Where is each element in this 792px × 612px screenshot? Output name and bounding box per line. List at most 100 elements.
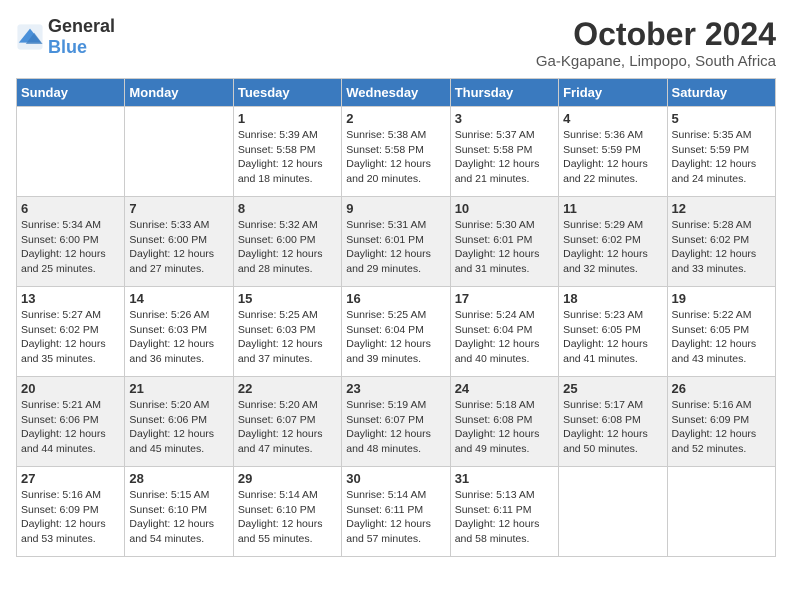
calendar-cell <box>667 467 775 557</box>
location-title: Ga-Kgapane, Limpopo, South Africa <box>536 53 776 70</box>
day-content: Sunrise: 5:25 AM Sunset: 6:03 PM Dayligh… <box>238 308 337 367</box>
day-content: Sunrise: 5:38 AM Sunset: 5:58 PM Dayligh… <box>346 128 445 187</box>
day-content: Sunrise: 5:15 AM Sunset: 6:10 PM Dayligh… <box>129 488 228 547</box>
day-content: Sunrise: 5:29 AM Sunset: 6:02 PM Dayligh… <box>563 218 662 277</box>
calendar-cell: 25 Sunrise: 5:17 AM Sunset: 6:08 PM Dayli… <box>559 377 667 467</box>
day-number: 2 <box>346 111 445 126</box>
calendar-cell: 6Sunrise: 5:34 AM Sunset: 6:00 PM Daylig… <box>17 197 125 287</box>
logo-icon <box>16 23 44 51</box>
day-number: 25 <box>563 381 662 396</box>
calendar-cell: 10 Sunrise: 5:30 AM Sunset: 6:01 PM Dayli… <box>450 197 558 287</box>
column-header-sunday: Sunday <box>17 79 125 107</box>
calendar-cell <box>559 467 667 557</box>
day-number: 15 <box>238 291 337 306</box>
day-content: Sunrise: 5:32 AM Sunset: 6:00 PM Dayligh… <box>238 218 337 277</box>
calendar-cell: 18 Sunrise: 5:23 AM Sunset: 6:05 PM Dayli… <box>559 287 667 377</box>
calendar-cell: 26 Sunrise: 5:16 AM Sunset: 6:09 PM Dayli… <box>667 377 775 467</box>
day-number: 22 <box>238 381 337 396</box>
calendar-cell: 16 Sunrise: 5:25 AM Sunset: 6:04 PM Dayli… <box>342 287 450 377</box>
logo: General Blue <box>16 16 115 58</box>
day-content: Sunrise: 5:23 AM Sunset: 6:05 PM Dayligh… <box>563 308 662 367</box>
calendar-cell: 29Sunrise: 5:14 AM Sunset: 6:10 PM Dayli… <box>233 467 341 557</box>
calendar-cell: 8Sunrise: 5:32 AM Sunset: 6:00 PM Daylig… <box>233 197 341 287</box>
calendar-cell: 24 Sunrise: 5:18 AM Sunset: 6:08 PM Dayli… <box>450 377 558 467</box>
calendar-cell: 7Sunrise: 5:33 AM Sunset: 6:00 PM Daylig… <box>125 197 233 287</box>
day-number: 12 <box>672 201 771 216</box>
day-number: 18 <box>563 291 662 306</box>
calendar-cell: 13 Sunrise: 5:27 AM Sunset: 6:02 PM Dayli… <box>17 287 125 377</box>
day-number: 23 <box>346 381 445 396</box>
day-content: Sunrise: 5:35 AM Sunset: 5:59 PM Dayligh… <box>672 128 771 187</box>
day-content: Sunrise: 5:18 AM Sunset: 6:08 PM Dayligh… <box>455 398 554 457</box>
day-number: 1 <box>238 111 337 126</box>
day-content: Sunrise: 5:39 AM Sunset: 5:58 PM Dayligh… <box>238 128 337 187</box>
calendar-cell <box>17 107 125 197</box>
calendar-cell: 27Sunrise: 5:16 AM Sunset: 6:09 PM Dayli… <box>17 467 125 557</box>
column-header-saturday: Saturday <box>667 79 775 107</box>
calendar-cell: 23Sunrise: 5:19 AM Sunset: 6:07 PM Dayli… <box>342 377 450 467</box>
calendar-cell: 14 Sunrise: 5:26 AM Sunset: 6:03 PM Dayli… <box>125 287 233 377</box>
day-number: 20 <box>21 381 120 396</box>
day-content: Sunrise: 5:24 AM Sunset: 6:04 PM Dayligh… <box>455 308 554 367</box>
calendar-week-row: 1 Sunrise: 5:39 AM Sunset: 5:58 PM Daylig… <box>17 107 776 197</box>
day-content: Sunrise: 5:27 AM Sunset: 6:02 PM Dayligh… <box>21 308 120 367</box>
column-header-tuesday: Tuesday <box>233 79 341 107</box>
logo-text: General Blue <box>48 16 115 58</box>
day-number: 11 <box>563 201 662 216</box>
day-content: Sunrise: 5:28 AM Sunset: 6:02 PM Dayligh… <box>672 218 771 277</box>
day-content: Sunrise: 5:20 AM Sunset: 6:06 PM Dayligh… <box>129 398 228 457</box>
calendar-week-row: 6Sunrise: 5:34 AM Sunset: 6:00 PM Daylig… <box>17 197 776 287</box>
day-number: 10 <box>455 201 554 216</box>
day-number: 31 <box>455 471 554 486</box>
calendar-header-row: SundayMondayTuesdayWednesdayThursdayFrid… <box>17 79 776 107</box>
day-content: Sunrise: 5:16 AM Sunset: 6:09 PM Dayligh… <box>21 488 120 547</box>
day-content: Sunrise: 5:17 AM Sunset: 6:08 PM Dayligh… <box>563 398 662 457</box>
day-number: 3 <box>455 111 554 126</box>
day-number: 21 <box>129 381 228 396</box>
day-number: 6 <box>21 201 120 216</box>
day-number: 14 <box>129 291 228 306</box>
day-content: Sunrise: 5:25 AM Sunset: 6:04 PM Dayligh… <box>346 308 445 367</box>
column-header-friday: Friday <box>559 79 667 107</box>
calendar-cell: 15 Sunrise: 5:25 AM Sunset: 6:03 PM Dayli… <box>233 287 341 377</box>
day-number: 9 <box>346 201 445 216</box>
day-number: 26 <box>672 381 771 396</box>
calendar-cell: 30Sunrise: 5:14 AM Sunset: 6:11 PM Dayli… <box>342 467 450 557</box>
calendar-cell: 12 Sunrise: 5:28 AM Sunset: 6:02 PM Dayli… <box>667 197 775 287</box>
column-header-wednesday: Wednesday <box>342 79 450 107</box>
calendar-week-row: 27Sunrise: 5:16 AM Sunset: 6:09 PM Dayli… <box>17 467 776 557</box>
calendar-cell: 2 Sunrise: 5:38 AM Sunset: 5:58 PM Daylig… <box>342 107 450 197</box>
day-content: Sunrise: 5:30 AM Sunset: 6:01 PM Dayligh… <box>455 218 554 277</box>
month-title: October 2024 <box>536 16 776 53</box>
calendar-cell: 20 Sunrise: 5:21 AM Sunset: 6:06 PM Dayli… <box>17 377 125 467</box>
day-content: Sunrise: 5:33 AM Sunset: 6:00 PM Dayligh… <box>129 218 228 277</box>
day-number: 4 <box>563 111 662 126</box>
calendar-cell: 28Sunrise: 5:15 AM Sunset: 6:10 PM Dayli… <box>125 467 233 557</box>
calendar-cell: 4Sunrise: 5:36 AM Sunset: 5:59 PM Daylig… <box>559 107 667 197</box>
day-number: 16 <box>346 291 445 306</box>
day-content: Sunrise: 5:31 AM Sunset: 6:01 PM Dayligh… <box>346 218 445 277</box>
day-content: Sunrise: 5:20 AM Sunset: 6:07 PM Dayligh… <box>238 398 337 457</box>
day-content: Sunrise: 5:37 AM Sunset: 5:58 PM Dayligh… <box>455 128 554 187</box>
day-number: 30 <box>346 471 445 486</box>
day-content: Sunrise: 5:16 AM Sunset: 6:09 PM Dayligh… <box>672 398 771 457</box>
day-number: 24 <box>455 381 554 396</box>
calendar-cell: 19 Sunrise: 5:22 AM Sunset: 6:05 PM Dayli… <box>667 287 775 377</box>
page-header: General Blue October 2024 Ga-Kgapane, Li… <box>16 16 776 70</box>
calendar-cell: 3 Sunrise: 5:37 AM Sunset: 5:58 PM Daylig… <box>450 107 558 197</box>
day-content: Sunrise: 5:13 AM Sunset: 6:11 PM Dayligh… <box>455 488 554 547</box>
day-number: 19 <box>672 291 771 306</box>
column-header-thursday: Thursday <box>450 79 558 107</box>
calendar-cell: 11 Sunrise: 5:29 AM Sunset: 6:02 PM Dayli… <box>559 197 667 287</box>
day-content: Sunrise: 5:21 AM Sunset: 6:06 PM Dayligh… <box>21 398 120 457</box>
calendar-cell: 9 Sunrise: 5:31 AM Sunset: 6:01 PM Daylig… <box>342 197 450 287</box>
day-content: Sunrise: 5:22 AM Sunset: 6:05 PM Dayligh… <box>672 308 771 367</box>
calendar-table: SundayMondayTuesdayWednesdayThursdayFrid… <box>16 78 776 557</box>
calendar-cell: 5Sunrise: 5:35 AM Sunset: 5:59 PM Daylig… <box>667 107 775 197</box>
calendar-cell: 17Sunrise: 5:24 AM Sunset: 6:04 PM Dayli… <box>450 287 558 377</box>
column-header-monday: Monday <box>125 79 233 107</box>
calendar-cell: 21 Sunrise: 5:20 AM Sunset: 6:06 PM Dayli… <box>125 377 233 467</box>
day-number: 13 <box>21 291 120 306</box>
day-content: Sunrise: 5:26 AM Sunset: 6:03 PM Dayligh… <box>129 308 228 367</box>
calendar-week-row: 20 Sunrise: 5:21 AM Sunset: 6:06 PM Dayli… <box>17 377 776 467</box>
